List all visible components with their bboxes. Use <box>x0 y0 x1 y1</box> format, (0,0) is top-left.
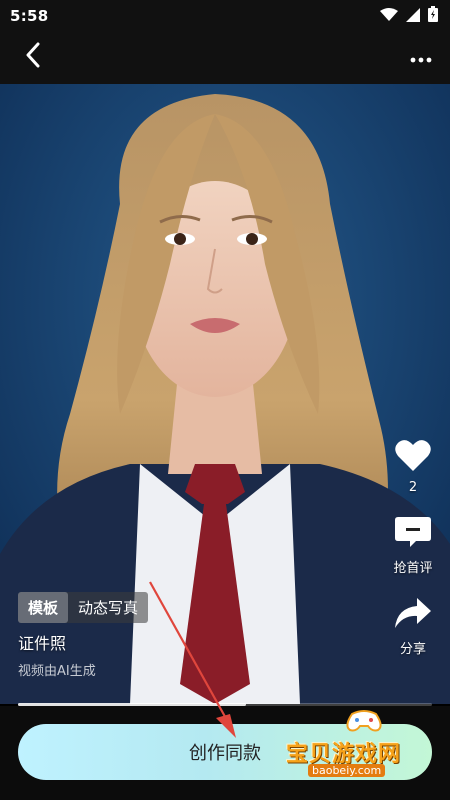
back-arrow-icon <box>25 42 41 72</box>
comment-button[interactable]: 抢首评 <box>388 515 438 576</box>
battery-icon <box>428 6 438 26</box>
progress-bar[interactable] <box>18 703 432 706</box>
status-time: 5:58 <box>10 7 49 25</box>
share-icon <box>393 596 433 634</box>
gamepad-icon <box>344 708 384 738</box>
top-bar <box>0 32 450 84</box>
tag-primary: 模板 <box>18 592 69 623</box>
status-bar: 5:58 <box>0 0 450 32</box>
back-button[interactable] <box>18 40 48 74</box>
share-button[interactable]: 分享 <box>388 596 438 657</box>
more-icon <box>410 48 432 67</box>
status-icons <box>380 6 438 26</box>
video-title: 证件照 <box>18 634 67 653</box>
wifi-icon <box>380 7 398 26</box>
more-button[interactable] <box>406 40 436 74</box>
progress-fill <box>18 703 246 706</box>
watermark-logo: 宝贝游戏网 baobeiy.com <box>286 708 442 788</box>
signal-icon <box>406 7 420 26</box>
template-tag[interactable]: 模板 动态写真 <box>18 592 149 623</box>
tag-secondary: 动态写真 <box>78 599 139 617</box>
ai-generated-note: 视频由AI生成 <box>18 664 96 679</box>
watermark-url: baobeiy.com <box>308 764 386 777</box>
comment-icon <box>394 515 432 553</box>
heart-icon <box>394 438 432 476</box>
like-count: 2 <box>408 480 418 495</box>
side-actions: 2 抢首评 分享 <box>388 438 438 677</box>
create-same-label: 创作同款 <box>189 743 261 764</box>
like-button[interactable]: 2 <box>388 438 438 495</box>
share-label: 分享 <box>399 642 426 657</box>
comment-label: 抢首评 <box>393 561 433 576</box>
